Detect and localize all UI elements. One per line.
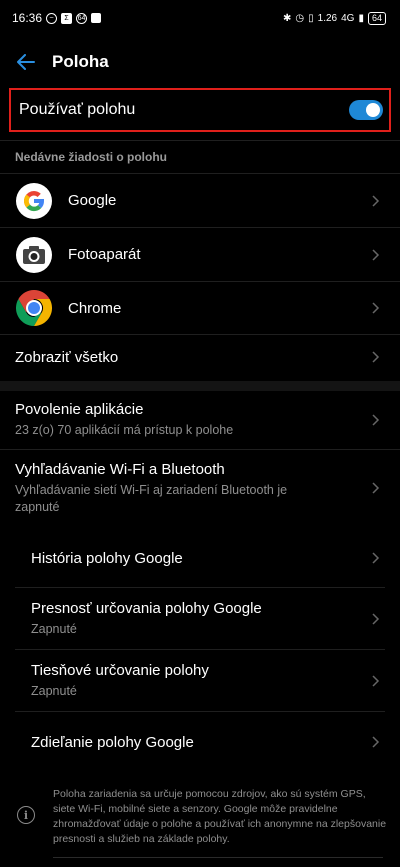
- sigma-icon: Σ: [61, 12, 73, 24]
- app-label: Chrome: [68, 299, 122, 317]
- bluetooth-icon: ✱: [283, 12, 292, 24]
- status-left: 16:36 ~ Σ 64: [12, 11, 102, 25]
- status-time: 16:36: [12, 11, 43, 25]
- setting-title: História polohy Google: [31, 549, 183, 567]
- speed-icon: 1.26: [317, 12, 338, 24]
- back-arrow-icon: [17, 54, 35, 70]
- vibrate-icon: ▯: [308, 12, 314, 24]
- chevron-right-icon: [372, 414, 380, 426]
- app-bar: Poloha: [0, 36, 400, 88]
- badge-64-icon: 64: [76, 12, 88, 24]
- toggle-knob: [366, 103, 380, 117]
- image-icon: [91, 13, 102, 23]
- footer-info-text: Poloha zariadenia sa určuje pomocou zdro…: [53, 788, 387, 845]
- use-location-toggle[interactable]: [349, 100, 383, 120]
- text-block: Presnosť určovania polohy Google Zapnuté: [31, 600, 262, 638]
- chrome-icon: [16, 290, 52, 326]
- network-type: 4G: [341, 12, 355, 24]
- see-all-row[interactable]: Zobraziť všetko: [0, 335, 400, 379]
- messenger-icon: ~: [46, 12, 58, 24]
- app-label: Google: [68, 192, 117, 209]
- status-right: ✱ ◷ ▯ 1.26 4G ▮ 64: [283, 11, 386, 25]
- setting-title: Vyhľadávanie Wi-Fi a Bluetooth: [15, 460, 225, 478]
- setting-subtitle: Zapnuté: [31, 621, 77, 636]
- chevron-right-icon: [372, 482, 380, 494]
- setting-subtitle: Vyhľadávanie sietí Wi-Fi aj zariadení Bl…: [15, 482, 288, 514]
- camera-icon: [16, 236, 52, 273]
- emergency-location-row[interactable]: Tiesňové určovanie polohy Zapnuté: [0, 650, 400, 711]
- battery-icon: 64: [367, 11, 386, 25]
- recent-app-chrome[interactable]: Chrome: [0, 282, 400, 334]
- setting-title: Presnosť určovania polohy Google: [31, 599, 262, 617]
- setting-subtitle: Zapnuté: [31, 683, 77, 698]
- see-all-label: Zobraziť všetko: [15, 348, 119, 366]
- recent-app-camera[interactable]: Fotoaparát: [0, 228, 400, 281]
- google-location-accuracy-row[interactable]: Presnosť určovania polohy Google Zapnuté: [0, 588, 400, 649]
- divider: [53, 857, 383, 858]
- google-location-history-row[interactable]: História polohy Google: [0, 530, 400, 586]
- setting-title: Povolenie aplikácie: [15, 401, 144, 418]
- chevron-right-icon: [372, 736, 380, 748]
- alarm-icon: ◷: [295, 12, 305, 24]
- chevron-right-icon: [372, 552, 380, 564]
- back-button[interactable]: [0, 36, 52, 88]
- chevron-right-icon: [372, 351, 380, 363]
- text-block: Vyhľadávanie Wi-Fi a Bluetooth Vyhľadáva…: [15, 461, 325, 516]
- setting-subtitle: 23 z(o) 70 aplikácií má prístup k polohe: [15, 423, 234, 437]
- recent-requests-header: Nedávne žiadosti o polohu: [15, 150, 168, 164]
- setting-title: Zdieľanie polohy Google: [31, 733, 194, 751]
- wifi-bluetooth-scanning-row[interactable]: Vyhľadávanie Wi-Fi a Bluetooth Vyhľadáva…: [0, 450, 400, 526]
- text-block: Tiesňové určovanie polohy Zapnuté: [31, 662, 209, 700]
- section-separator: [0, 381, 400, 391]
- status-bar: 16:36 ~ Σ 64 ✱ ◷ ▯ 1.26 4G ▮ 64: [0, 0, 400, 36]
- setting-title: Tiesňové určovanie polohy: [31, 661, 209, 679]
- info-icon: i: [17, 806, 35, 824]
- google-icon: [16, 182, 52, 219]
- google-location-sharing-row[interactable]: Zdieľanie polohy Google: [0, 712, 400, 772]
- app-permission-row[interactable]: Povolenie aplikácie 23 z(o) 70 aplikácií…: [0, 392, 400, 448]
- chevron-right-icon: [372, 248, 380, 261]
- use-location-label: Používať polohu: [19, 101, 136, 118]
- chevron-right-icon: [372, 674, 380, 687]
- text-block: Povolenie aplikácie 23 z(o) 70 aplikácií…: [15, 401, 233, 439]
- signal-icon: ▮: [358, 12, 364, 24]
- divider: [0, 140, 400, 141]
- chevron-right-icon: [372, 302, 380, 314]
- chevron-right-icon: [372, 612, 380, 625]
- app-label: Fotoaparát: [68, 246, 141, 263]
- page-title: Poloha: [52, 52, 109, 71]
- chevron-right-icon: [372, 194, 380, 207]
- use-location-row[interactable]: Používať polohu: [9, 88, 391, 132]
- recent-app-google[interactable]: Google: [0, 174, 400, 227]
